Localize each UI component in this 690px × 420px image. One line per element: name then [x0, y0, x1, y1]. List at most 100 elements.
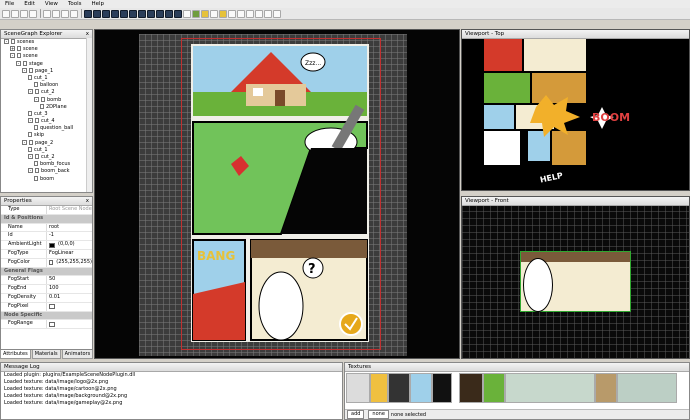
viewport-front[interactable]: Viewport - Front: [461, 196, 690, 359]
rotate-tool-icon[interactable]: [61, 9, 69, 18]
tree-node[interactable]: skip: [1, 132, 92, 139]
tree-node[interactable]: bomb_focus: [1, 161, 92, 168]
close-icon[interactable]: x: [86, 197, 89, 205]
tree-node[interactable]: - stage: [1, 60, 92, 68]
texture-thumbnail[interactable]: [432, 373, 452, 403]
tab-materials[interactable]: Materials: [31, 350, 61, 359]
particle-icon[interactable]: [147, 9, 155, 18]
color-swatch[interactable]: [49, 260, 54, 266]
open-file-icon[interactable]: [11, 9, 19, 18]
dummy-node-icon[interactable]: [210, 9, 218, 18]
collapse-icon[interactable]: -: [10, 53, 15, 59]
property-category[interactable]: Id & Positions: [1, 214, 92, 224]
tab-attributes[interactable]: Attributes: [0, 350, 31, 359]
tree-node[interactable]: cut_3: [1, 110, 92, 118]
property-category[interactable]: General Flags: [1, 267, 92, 277]
tree-node[interactable]: + scene: [1, 46, 92, 53]
new-file-icon[interactable]: [2, 9, 10, 18]
texture-thumbnail[interactable]: [505, 373, 595, 403]
texture-filter-select[interactable]: none: [368, 410, 389, 419]
collapse-icon[interactable]: -: [16, 60, 21, 66]
cube-icon[interactable]: [102, 9, 110, 18]
text-node-icon[interactable]: [183, 9, 191, 18]
collapse-icon[interactable]: -: [22, 139, 27, 145]
save-as-icon[interactable]: [29, 9, 37, 18]
color-swatch[interactable]: [49, 242, 55, 248]
menu-file[interactable]: File: [0, 0, 19, 8]
property-value[interactable]: (255,255,255): [47, 259, 92, 267]
tree-node[interactable]: - page_1: [1, 67, 92, 75]
expand-icon[interactable]: +: [10, 46, 15, 52]
settings-icon[interactable]: [228, 9, 236, 18]
grid-icon[interactable]: [237, 9, 245, 18]
texture-thumbnail[interactable]: [483, 373, 505, 403]
collapse-icon[interactable]: -: [28, 118, 33, 124]
menu-tools[interactable]: Tools: [63, 0, 87, 8]
skybox-icon[interactable]: [165, 9, 173, 18]
tree-node[interactable]: - bomb: [1, 96, 92, 104]
tree-node[interactable]: balloon: [1, 82, 92, 89]
tree-node[interactable]: boom: [1, 175, 92, 183]
collapse-icon[interactable]: -: [34, 96, 39, 102]
tree-node[interactable]: - scenes: [1, 39, 92, 46]
scrollbar[interactable]: [86, 38, 92, 192]
tree-node[interactable]: - cut_2: [1, 154, 92, 161]
wrench-icon[interactable]: [273, 9, 281, 18]
property-value[interactable]: -1: [47, 232, 92, 240]
terrain-icon[interactable]: [156, 9, 164, 18]
mesh-icon[interactable]: [129, 9, 137, 18]
property-value[interactable]: root: [47, 224, 92, 232]
tree-node[interactable]: - scene: [1, 53, 92, 60]
texture-thumbnail[interactable]: [346, 373, 370, 403]
move-tool-icon[interactable]: [52, 9, 60, 18]
texture-thumbnail[interactable]: [388, 373, 410, 403]
plane-icon[interactable]: [120, 9, 128, 18]
animator-icon[interactable]: [192, 9, 200, 18]
sphere-icon[interactable]: [111, 9, 119, 18]
close-icon[interactable]: x: [86, 30, 89, 38]
property-value[interactable]: 100: [47, 285, 92, 293]
texture-thumbnail[interactable]: [459, 373, 483, 403]
tree-node[interactable]: question_ball: [1, 125, 92, 132]
tree-node[interactable]: - cut_4: [1, 118, 92, 125]
texture-thumbnail[interactable]: [617, 373, 677, 403]
wireframe-icon[interactable]: [246, 9, 254, 18]
fullscreen-icon[interactable]: [264, 9, 272, 18]
checkbox[interactable]: [49, 321, 55, 327]
tree-node[interactable]: - boom_back: [1, 168, 92, 175]
water-icon[interactable]: [174, 9, 182, 18]
tree-node[interactable]: cut_1: [1, 146, 92, 154]
viewport-top[interactable]: Viewport - Top BOOM HELP: [461, 29, 690, 191]
tree-node[interactable]: 2DPlane: [1, 103, 92, 111]
menu-help[interactable]: Help: [87, 0, 110, 8]
add-texture-button[interactable]: add: [347, 410, 365, 419]
property-value[interactable]: 0.01: [47, 294, 92, 302]
tab-animators[interactable]: Animators: [61, 350, 94, 359]
property-value[interactable]: 50: [47, 276, 92, 284]
billboard-icon[interactable]: [138, 9, 146, 18]
property-value[interactable]: [47, 303, 92, 311]
scene-tree[interactable]: - scenes + scene - scene - stage - page_1 cut_1 bal…: [1, 39, 92, 183]
texture-thumbnail[interactable]: [370, 373, 388, 403]
bounding-box-icon[interactable]: [255, 9, 263, 18]
tree-node[interactable]: - cut_2: [1, 89, 92, 96]
selected-node-frame[interactable]: [520, 251, 631, 312]
property-value[interactable]: FogLinear: [47, 250, 92, 258]
property-value[interactable]: [47, 320, 92, 328]
camera-icon[interactable]: [84, 9, 92, 18]
menu-edit[interactable]: Edit: [19, 0, 40, 8]
collapse-icon[interactable]: -: [22, 67, 27, 73]
property-value[interactable]: (0,0,0): [47, 241, 92, 249]
main-viewport[interactable]: Zzz... BANG ?: [94, 29, 460, 359]
checkbox[interactable]: [49, 304, 55, 310]
bulb-icon[interactable]: [201, 9, 209, 18]
scale-tool-icon[interactable]: [70, 9, 78, 18]
select-tool-icon[interactable]: [43, 9, 51, 18]
menu-view[interactable]: View: [40, 0, 63, 8]
collapse-icon[interactable]: -: [28, 89, 33, 95]
save-icon[interactable]: [20, 9, 28, 18]
tree-node[interactable]: - page_2: [1, 139, 92, 147]
property-category[interactable]: Node Specific: [1, 311, 92, 321]
collapse-icon[interactable]: -: [4, 39, 9, 44]
texture-thumbnail[interactable]: [595, 373, 617, 403]
